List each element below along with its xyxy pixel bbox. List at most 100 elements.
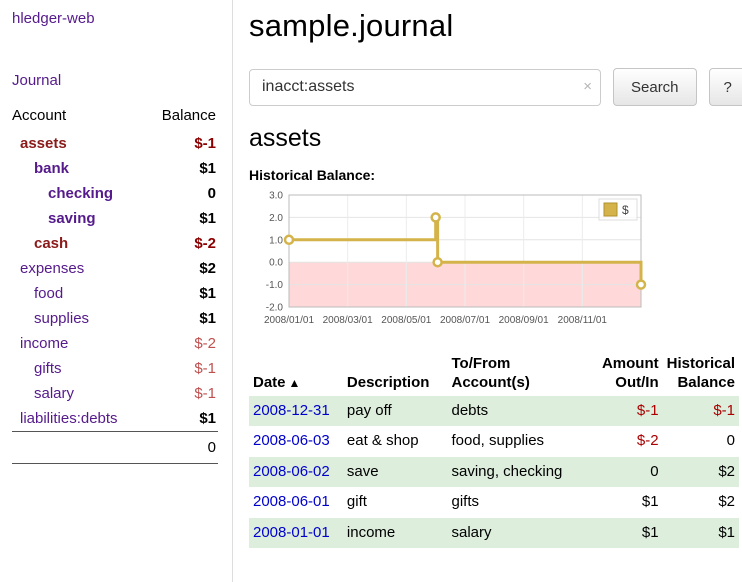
svg-text:0.0: 0.0 xyxy=(269,258,283,269)
account-row: assets $-1 xyxy=(12,131,218,156)
app-title-link[interactable]: hledger-web xyxy=(12,10,95,27)
svg-text:-2.0: -2.0 xyxy=(266,303,284,314)
transaction-date-link[interactable]: 2008-01-01 xyxy=(253,524,330,541)
account-balance: $-1 xyxy=(142,385,218,402)
transaction-accounts: gifts xyxy=(451,493,479,510)
transaction-balance: $2 xyxy=(718,493,735,510)
register-row: 2008-06-03 eat & shop food, supplies $-2… xyxy=(249,426,739,457)
transaction-amount: $-1 xyxy=(637,402,659,419)
search-box: × xyxy=(249,69,601,106)
register-row: 2008-01-01 income salary $1 $1 xyxy=(249,518,739,549)
transaction-balance: $2 xyxy=(718,463,735,480)
account-row: salary $-1 xyxy=(12,381,218,406)
account-balance: $-1 xyxy=(142,360,218,377)
register-table: Date▲ Description To/From Account(s) Amo… xyxy=(249,352,739,548)
account-link-bank[interactable]: bank xyxy=(34,160,69,177)
account-row: food $1 xyxy=(12,281,218,306)
transaction-amount: $1 xyxy=(642,524,659,541)
svg-text:2008/11/01: 2008/11/01 xyxy=(558,315,608,326)
account-row: income $-2 xyxy=(12,331,218,356)
account-balance: $-2 xyxy=(142,335,218,352)
transaction-balance: 0 xyxy=(727,432,735,449)
description-column-header: Description xyxy=(343,352,448,396)
page-title: sample.journal xyxy=(249,8,742,44)
svg-text:2008/03/01: 2008/03/01 xyxy=(323,315,373,326)
account-row: gifts $-1 xyxy=(12,356,218,381)
transaction-date-link[interactable]: 2008-06-02 xyxy=(253,463,330,480)
transaction-date-link[interactable]: 2008-12-31 xyxy=(253,402,330,419)
transaction-accounts: saving, checking xyxy=(451,463,562,480)
svg-text:3.0: 3.0 xyxy=(269,191,283,202)
account-balance: $-2 xyxy=(142,235,218,252)
account-balance: $1 xyxy=(142,160,218,177)
svg-text:1.0: 1.0 xyxy=(269,235,283,246)
transaction-amount: 0 xyxy=(650,463,658,480)
amount-column-header: Amount Out/In xyxy=(591,352,663,396)
svg-text:$: $ xyxy=(622,203,629,217)
account-row: supplies $1 xyxy=(12,306,218,331)
search-button[interactable]: Search xyxy=(613,68,697,106)
account-row: expenses $2 xyxy=(12,256,218,281)
svg-text:2008/07/01: 2008/07/01 xyxy=(440,315,490,326)
account-link-checking[interactable]: checking xyxy=(48,185,113,202)
register-header-row: Date▲ Description To/From Account(s) Amo… xyxy=(249,352,739,396)
svg-text:2008/01/01: 2008/01/01 xyxy=(264,315,314,326)
section-title: assets xyxy=(249,124,742,153)
account-balance: $2 xyxy=(142,260,218,277)
svg-text:2008/09/01: 2008/09/01 xyxy=(499,315,549,326)
accounts-header-row: Account Balance xyxy=(12,103,218,131)
transaction-description: save xyxy=(347,463,379,480)
register-row: 2008-06-01 gift gifts $1 $2 xyxy=(249,487,739,518)
transaction-amount: $-2 xyxy=(637,432,659,449)
clear-search-icon[interactable]: × xyxy=(583,78,592,95)
account-link-food[interactable]: food xyxy=(34,285,63,302)
balance-column-header: Balance xyxy=(142,103,218,131)
transaction-description: gift xyxy=(347,493,367,510)
transaction-description: income xyxy=(347,524,395,541)
historical-balance-chart: $3.02.01.00.0-1.0-2.02008/01/012008/03/0… xyxy=(249,189,651,336)
main-content: sample.journal × Search ? assets Histori… xyxy=(233,0,742,582)
account-row: checking 0 xyxy=(12,181,218,206)
transaction-balance: $-1 xyxy=(713,402,735,419)
register-row: 2008-12-31 pay off debts $-1 $-1 xyxy=(249,396,739,427)
account-row: liabilities:debts $1 xyxy=(12,406,218,432)
account-link-income[interactable]: income xyxy=(20,335,68,352)
accounts-table: Account Balance assets $-1 bank $1 check… xyxy=(12,103,218,464)
account-row: saving $1 xyxy=(12,206,218,231)
account-balance: $1 xyxy=(142,285,218,302)
transaction-balance: $1 xyxy=(718,524,735,541)
help-button[interactable]: ? xyxy=(709,68,742,106)
account-link-expenses[interactable]: expenses xyxy=(20,260,84,277)
account-link-gifts[interactable]: gifts xyxy=(34,360,62,377)
sort-ascending-icon: ▲ xyxy=(289,376,301,390)
account-balance: $1 xyxy=(142,410,218,427)
account-balance: 0 xyxy=(142,185,218,202)
sidebar: hledger-web Journal Account Balance asse… xyxy=(0,0,233,582)
account-link-salary[interactable]: salary xyxy=(34,385,74,402)
account-link-supplies[interactable]: supplies xyxy=(34,310,89,327)
account-balance: $-1 xyxy=(142,135,218,152)
chart-title: Historical Balance: xyxy=(249,167,742,183)
accounts-total-value: 0 xyxy=(142,436,218,459)
account-link-assets[interactable]: assets xyxy=(20,135,67,152)
transaction-date-link[interactable]: 2008-06-01 xyxy=(253,493,330,510)
account-column-header: Account xyxy=(12,103,142,131)
tofrom-column-header: To/From Account(s) xyxy=(447,352,590,396)
transaction-accounts: salary xyxy=(451,524,491,541)
account-balance: $1 xyxy=(142,210,218,227)
account-row: cash $-2 xyxy=(12,231,218,256)
account-row: bank $1 xyxy=(12,156,218,181)
svg-text:2.0: 2.0 xyxy=(269,213,283,224)
search-form: × Search ? xyxy=(249,68,742,106)
date-header-label: Date xyxy=(253,374,286,391)
account-balance: $1 xyxy=(142,310,218,327)
transaction-date-link[interactable]: 2008-06-03 xyxy=(253,432,330,449)
search-input[interactable] xyxy=(249,69,601,106)
account-link-cash[interactable]: cash xyxy=(34,235,68,252)
date-column-header[interactable]: Date▲ xyxy=(249,352,343,396)
sidebar-item-journal[interactable]: Journal xyxy=(12,72,61,89)
account-link-liabilities-debts[interactable]: liabilities:debts xyxy=(20,410,118,427)
historical-column-header: Historical Balance xyxy=(663,352,739,396)
account-link-saving[interactable]: saving xyxy=(48,210,96,227)
register-row: 2008-06-02 save saving, checking 0 $2 xyxy=(249,457,739,488)
